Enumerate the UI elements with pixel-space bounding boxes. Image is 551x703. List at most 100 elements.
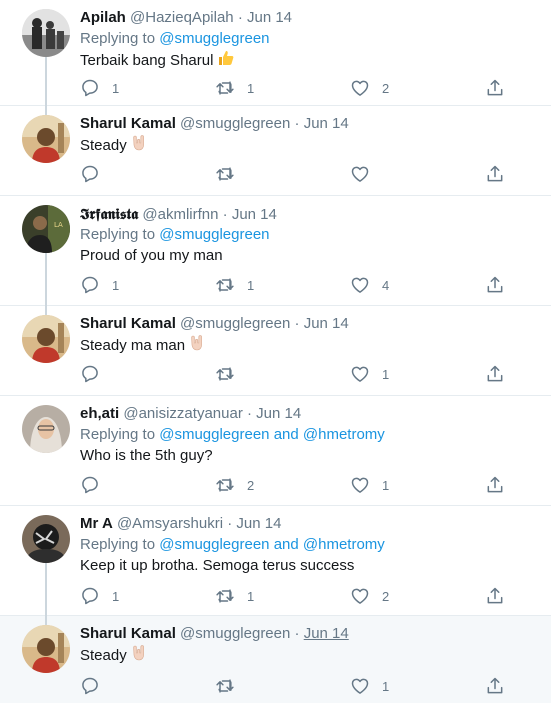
reply-button[interactable] bbox=[80, 475, 112, 495]
retweet-button[interactable] bbox=[215, 364, 247, 384]
mention-link[interactable]: @hmetromy bbox=[303, 536, 385, 553]
share-button[interactable] bbox=[485, 475, 505, 495]
retweet-button[interactable]: 1 bbox=[215, 586, 254, 606]
tweet-focused[interactable]: Sharul Kamal @smugglegreen · Jun 14 Stea… bbox=[0, 616, 551, 703]
user-handle[interactable]: @HazieqApilah bbox=[130, 9, 234, 26]
avatar-apilah[interactable] bbox=[22, 9, 70, 57]
user-handle[interactable]: @smugglegreen bbox=[180, 115, 290, 132]
tweet-date[interactable]: Jun 14 bbox=[304, 115, 349, 132]
avatar-sharul-kamal[interactable] bbox=[22, 625, 70, 673]
heart-icon bbox=[351, 678, 369, 694]
like-button[interactable]: 2 bbox=[350, 586, 389, 606]
tweet-date[interactable]: Jun 14 bbox=[256, 405, 301, 422]
separator-dot: · bbox=[294, 625, 300, 642]
rock-on-hand-icon bbox=[131, 644, 149, 668]
like-button[interactable]: 1 bbox=[350, 475, 389, 495]
share-icon bbox=[487, 276, 503, 293]
tweet[interactable]: Sharul Kamal @smugglegreen · Jun 14 Stea… bbox=[0, 106, 551, 196]
tweet-date[interactable]: Jun 14 bbox=[232, 206, 277, 223]
share-button[interactable] bbox=[485, 364, 505, 384]
reply-count: 1 bbox=[112, 588, 120, 604]
reply-button[interactable]: 1 bbox=[80, 78, 119, 98]
reply-button[interactable] bbox=[80, 676, 112, 696]
tweet[interactable]: eh,ati @anisizzatyanuar · Jun 14 Replyin… bbox=[0, 396, 551, 506]
reply-icon bbox=[82, 276, 98, 294]
mention-link[interactable]: @smugglegreen bbox=[159, 536, 269, 553]
retweet-button[interactable]: 2 bbox=[215, 475, 254, 495]
user-handle[interactable]: @akmlirfnn bbox=[142, 206, 218, 223]
tweet[interactable]: Sharul Kamal @smugglegreen · Jun 14 Stea… bbox=[0, 306, 551, 396]
reply-icon bbox=[82, 677, 98, 695]
tweet-text: Steady ma man bbox=[80, 337, 186, 354]
separator-dot: · bbox=[294, 115, 300, 132]
retweet-button[interactable]: 1 bbox=[215, 275, 254, 295]
reply-button[interactable]: 1 bbox=[80, 586, 119, 606]
retweet-icon bbox=[216, 478, 234, 492]
retweet-button[interactable] bbox=[215, 164, 247, 184]
share-button[interactable] bbox=[485, 676, 505, 696]
retweet-button[interactable] bbox=[215, 676, 247, 696]
share-button[interactable] bbox=[485, 275, 505, 295]
tweet-date[interactable]: Jun 14 bbox=[247, 9, 292, 26]
share-button[interactable] bbox=[485, 78, 505, 98]
share-button[interactable] bbox=[485, 586, 505, 606]
like-count: 4 bbox=[382, 277, 390, 293]
reply-icon bbox=[82, 476, 98, 494]
avatar-eh-ati[interactable] bbox=[22, 405, 70, 453]
separator-dot: · bbox=[237, 9, 243, 26]
mention-link[interactable]: @smugglegreen bbox=[159, 30, 269, 47]
replying-and-text[interactable]: and bbox=[274, 426, 299, 443]
like-count: 1 bbox=[382, 678, 390, 694]
separator-dot: · bbox=[222, 206, 228, 223]
avatar-sharul-kamal[interactable] bbox=[22, 315, 70, 363]
reply-button[interactable] bbox=[80, 164, 112, 184]
tweet-date[interactable]: Jun 14 bbox=[304, 315, 349, 332]
reply-icon bbox=[82, 165, 98, 183]
like-count: 1 bbox=[382, 477, 390, 493]
user-handle[interactable]: @smugglegreen bbox=[180, 315, 290, 332]
share-button[interactable] bbox=[485, 164, 505, 184]
mention-link[interactable]: @smugglegreen bbox=[159, 426, 269, 443]
avatar-sharul-kamal[interactable] bbox=[22, 115, 70, 163]
replying-and-text[interactable]: and bbox=[274, 536, 299, 553]
retweet-button[interactable]: 1 bbox=[215, 78, 254, 98]
tweet[interactable]: Mr A @Amsyarshukri · Jun 14 Replying to … bbox=[0, 506, 551, 616]
tweet[interactable]: LA 𝕴𝖗𝖋𝖆𝖓𝖎𝖘𝖙𝖆 @akmlirfnn · Jun 14 Replyin… bbox=[0, 196, 551, 306]
display-name[interactable]: Mr A bbox=[80, 515, 113, 532]
user-handle[interactable]: @smugglegreen bbox=[180, 625, 290, 642]
like-button[interactable]: 2 bbox=[350, 78, 389, 98]
display-name[interactable]: Sharul Kamal bbox=[80, 115, 176, 132]
tweet-date[interactable]: Jun 14 bbox=[304, 625, 349, 642]
heart-icon bbox=[351, 80, 369, 96]
display-name[interactable]: Sharul Kamal bbox=[80, 315, 176, 332]
tweet-text: Keep it up brotha. Semoga terus success bbox=[80, 557, 355, 574]
replying-to-label: Replying to bbox=[80, 226, 156, 243]
like-button[interactable] bbox=[350, 164, 382, 184]
display-name[interactable]: 𝕴𝖗𝖋𝖆𝖓𝖎𝖘𝖙𝖆 bbox=[80, 205, 138, 223]
display-name[interactable]: Sharul Kamal bbox=[80, 625, 176, 642]
share-icon bbox=[487, 677, 503, 694]
avatar-mr-a[interactable] bbox=[22, 515, 70, 563]
like-button[interactable]: 1 bbox=[350, 676, 389, 696]
svg-text:LA: LA bbox=[54, 221, 63, 229]
replying-to-label: Replying to bbox=[80, 30, 156, 47]
replying-to-label: Replying to bbox=[80, 426, 156, 443]
reply-icon bbox=[82, 365, 98, 383]
tweet-text: Steady bbox=[80, 647, 127, 664]
display-name[interactable]: Apilah bbox=[80, 9, 126, 26]
reply-thread: Apilah @HazieqApilah · Jun 14 Replying t… bbox=[0, 0, 551, 703]
like-button[interactable]: 4 bbox=[350, 275, 389, 295]
reply-button[interactable] bbox=[80, 364, 112, 384]
user-handle[interactable]: @Amsyarshukri bbox=[117, 515, 223, 532]
display-name[interactable]: eh,ati bbox=[80, 405, 119, 422]
like-button[interactable]: 1 bbox=[350, 364, 389, 384]
tweet-text: Who is the 5th guy? bbox=[80, 447, 213, 464]
tweet[interactable]: Apilah @HazieqApilah · Jun 14 Replying t… bbox=[0, 0, 551, 106]
mention-link[interactable]: @hmetromy bbox=[303, 426, 385, 443]
mention-link[interactable]: @smugglegreen bbox=[159, 226, 269, 243]
avatar-irfanista[interactable]: LA bbox=[22, 205, 70, 253]
user-handle[interactable]: @anisizzatyanuar bbox=[123, 405, 242, 422]
reply-button[interactable]: 1 bbox=[80, 275, 119, 295]
share-icon bbox=[487, 165, 503, 182]
tweet-date[interactable]: Jun 14 bbox=[236, 515, 281, 532]
